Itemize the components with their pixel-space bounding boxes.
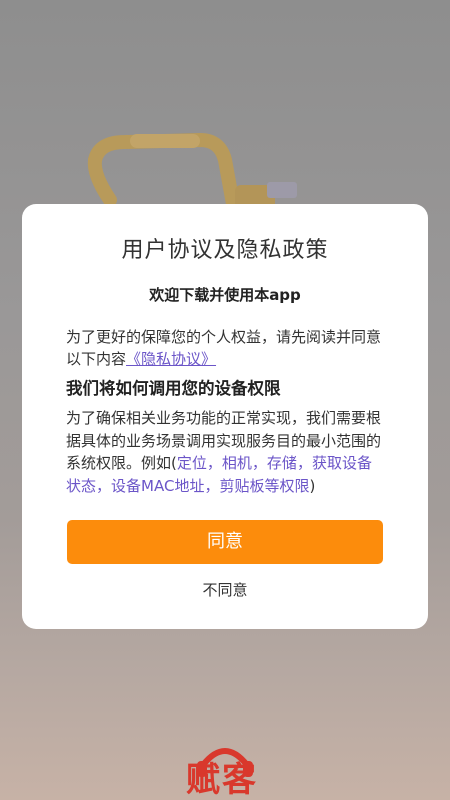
permission-camera: 相机: [221, 454, 252, 472]
permission-location: 定位: [176, 454, 207, 472]
intro-prefix: 为了更好的保障您的个人权益，请先阅读并同意以下内容: [66, 328, 382, 368]
separator: ，: [296, 454, 312, 472]
privacy-dialog: 用户协议及隐私政策 欢迎下载并使用本app 为了更好的保障您的个人权益，请先阅读…: [22, 204, 428, 629]
intro-text: 为了更好的保障您的个人权益，请先阅读并同意以下内容《隐私协议》: [66, 326, 384, 370]
brand-name: 赋客: [186, 760, 258, 800]
privacy-policy-link[interactable]: 《隐私协议》: [126, 350, 216, 368]
separator: ，: [96, 476, 112, 495]
agree-button[interactable]: 同意: [67, 520, 383, 564]
permission-mac-address: 设备MAC地址: [111, 476, 205, 495]
permission-clipboard: 剪贴板等权限: [219, 476, 310, 495]
welcome-text: 欢迎下载并使用本app: [149, 286, 301, 304]
separator: ，: [206, 454, 222, 472]
splash-screen: 赋客 用户协议及隐私政策 欢迎下载并使用本app 为了更好的保障您的个人权益，请…: [0, 0, 450, 800]
separator: ，: [204, 476, 220, 495]
permission-heading: 我们将如何调用您的设备权限: [66, 379, 281, 398]
dialog-title: 用户协议及隐私政策: [121, 238, 329, 263]
permission-description: 为了确保相关业务功能的正常实现，我们需要根据具体的业务场景调用实现服务目的最小范…: [66, 407, 384, 497]
permission-storage: 存储: [266, 454, 297, 472]
separator: ，: [251, 454, 267, 472]
disagree-button[interactable]: 不同意: [172, 577, 278, 603]
permission-suffix: ): [309, 476, 316, 495]
